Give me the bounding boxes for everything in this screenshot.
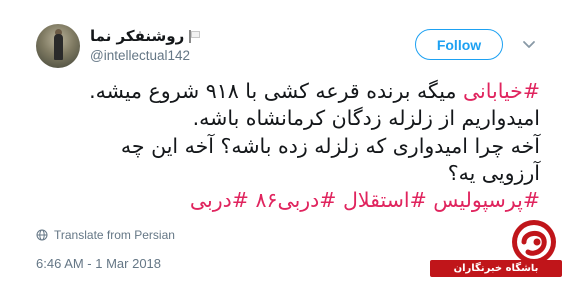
hashtag-link[interactable]: #دربی۸۶ xyxy=(255,188,336,212)
avatar[interactable] xyxy=(36,24,80,68)
hashtag-link[interactable]: #پرسپولیس xyxy=(433,188,540,212)
user-display-name-row[interactable]: روشنفکر نما xyxy=(90,27,300,45)
translate-link[interactable]: Translate from Persian xyxy=(36,228,175,242)
translate-label[interactable]: Translate from Persian xyxy=(54,228,175,242)
globe-icon xyxy=(36,229,48,241)
hashtag-link[interactable]: #دربی xyxy=(190,188,249,212)
tweet-text-line-5: #پرسپولیس #استقلال #دربی۸۶ #دربی xyxy=(40,187,540,214)
user-display-name[interactable]: روشنفکر نما xyxy=(90,27,184,45)
tweet-timestamp[interactable]: 6:46 AM - 1 Mar 2018 xyxy=(36,256,161,271)
tweet-text-line-2: امیدواریم از زلزله زدگان کرمانشاه باشه. xyxy=(192,106,540,131)
tweet-card: روشنفکر نما @intellectual142 Follow #خیا… xyxy=(0,0,567,282)
watermark-logo-icon xyxy=(512,220,556,264)
tweet-text-segment: میگه برنده قرعه کشی با ۹۱۸ شروع میشه. xyxy=(89,79,463,103)
hashtag-link[interactable]: #استقلال xyxy=(343,188,427,212)
tweet-text-line-1: #خیابانی میگه برنده قرعه کشی با ۹۱۸ شروع… xyxy=(40,78,540,105)
chevron-down-icon[interactable] xyxy=(521,36,537,52)
avatar-figure-body xyxy=(54,34,63,60)
tweet-text: #خیابانی میگه برنده قرعه کشی با ۹۱۸ شروع… xyxy=(40,78,540,214)
tweet-text-line-3: آخه چرا امیدواری که زلزله زده باشه؟ آخه … xyxy=(120,133,540,158)
tweet-text-line-4: آرزویی یه؟ xyxy=(447,160,540,185)
user-handle[interactable]: @intellectual142 xyxy=(90,48,190,63)
white-flag-icon xyxy=(188,29,201,43)
hashtag-link[interactable]: #خیابانی xyxy=(463,79,540,103)
follow-button[interactable]: Follow xyxy=(415,29,503,60)
watermark: باشگاه خبرنگاران xyxy=(430,216,562,280)
